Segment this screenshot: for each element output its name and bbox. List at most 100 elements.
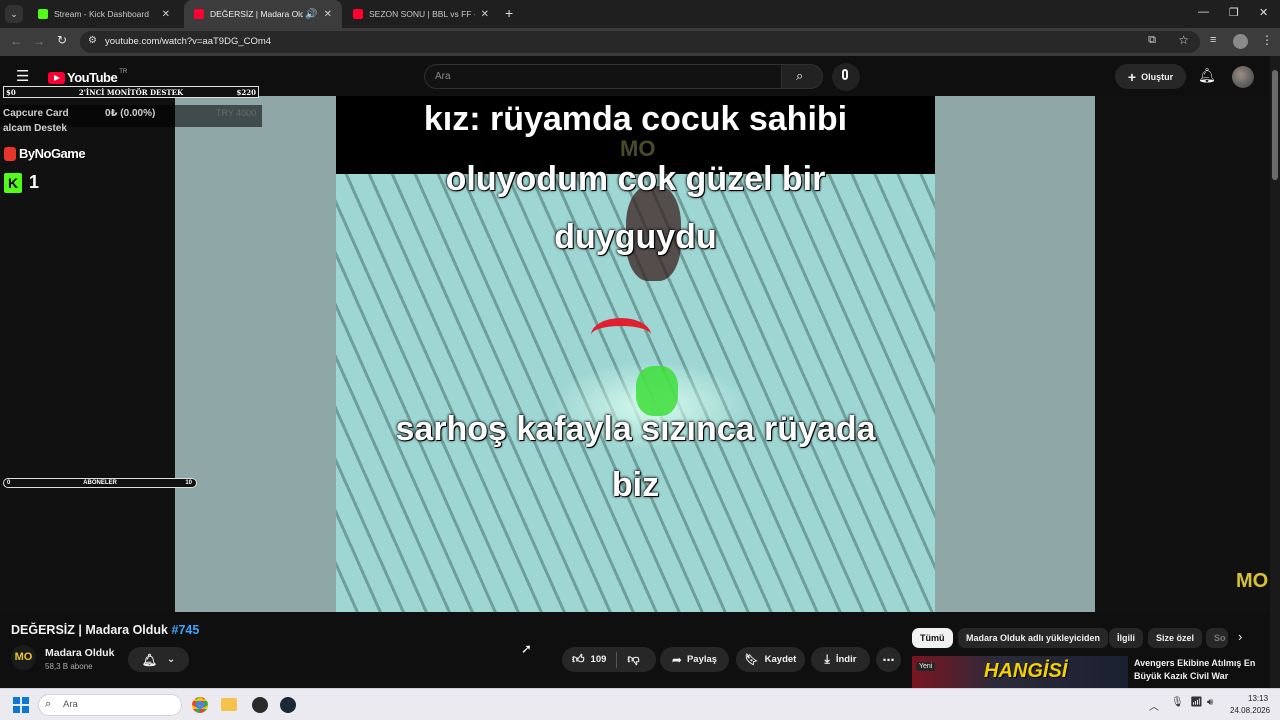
recommended-thumbnail[interactable]: Yeni HANGİSİ xyxy=(912,656,1128,688)
taskbar-search-label: Ara xyxy=(63,699,78,710)
windows-start-icon[interactable] xyxy=(13,697,29,713)
reload-icon[interactable]: ↻ xyxy=(57,33,67,47)
monitor-donation-bar: $0 2'İNCİ MONİTÖR DESTEK $220 xyxy=(3,86,259,98)
address-bar[interactable]: ⚙ youtube.com/watch?v=aaT9DG_COm4 ⧉ ☆ xyxy=(80,31,1200,53)
youtube-play-icon xyxy=(48,71,65,84)
bar-title: 2'İNCİ MONİTÖR DESTEK xyxy=(78,88,184,97)
like-button[interactable]: 👍︎ 109 xyxy=(562,652,606,667)
chips-next-chevron-icon[interactable]: › xyxy=(1238,629,1242,644)
save-label: Kaydet xyxy=(764,654,797,665)
minimize-icon[interactable]: — xyxy=(1198,6,1209,18)
search-icon: ⌕ xyxy=(796,68,804,83)
channel-watermark[interactable]: MO xyxy=(1236,570,1268,593)
voice-search-button[interactable] xyxy=(832,63,860,91)
browser-tab-sezon[interactable]: SEZON SONU | BBL vs FF - You ✕ xyxy=(343,0,499,28)
new-tab-button[interactable]: + xyxy=(505,5,513,21)
reading-list-icon[interactable]: ≡ xyxy=(1210,34,1216,46)
mouse-cursor-icon: ➚ xyxy=(521,641,532,656)
browser-tab-madara[interactable]: DEĞERSİZ | Madara Olduk # 🔊 ✕ xyxy=(184,0,342,28)
viewer-count: 1 xyxy=(29,172,40,192)
save-button[interactable]: 🔖︎ Kaydet xyxy=(736,647,805,672)
caption-line: kız: rüyamda cocuk sahibi xyxy=(423,100,848,138)
subscription-bell-button[interactable]: 🔔︎ ⌄ xyxy=(128,647,189,672)
chevron-down-icon: ⌄ xyxy=(10,8,18,19)
bar-right-value: $220 xyxy=(236,88,256,97)
browser-tab-kick[interactable]: Stream - Kick Dashboard ✕ xyxy=(28,0,180,28)
wifi-icon[interactable]: 📶︎ xyxy=(1190,697,1203,708)
chip-all[interactable]: Tümü xyxy=(912,628,953,648)
kick-viewer-count: K 1 xyxy=(4,172,39,193)
video-stage[interactable]: MO kız: rüyamda cocuk sahibi oluyodum co… xyxy=(175,96,1095,612)
kick-favicon-icon xyxy=(38,9,48,19)
bookmark-star-icon[interactable]: ☆ xyxy=(1178,33,1189,47)
caption-line: biz xyxy=(611,466,660,504)
chip-partial[interactable]: So xyxy=(1206,628,1228,648)
taskbar-search[interactable]: ⌕ Ara xyxy=(38,694,182,716)
search-input[interactable]: Ara xyxy=(435,71,451,82)
chip-from-uploader[interactable]: Madara Olduk adlı yükleyiciden xyxy=(958,628,1109,648)
microphone-tray-icon[interactable]: 🎙︎ xyxy=(1171,697,1184,708)
steam-icon[interactable] xyxy=(280,697,296,713)
character-red-shape xyxy=(591,318,651,352)
thumbnail-text: HANGİSİ xyxy=(984,660,1068,682)
close-icon[interactable]: ✕ xyxy=(162,9,170,20)
chevron-down-icon: ⌄ xyxy=(166,654,176,665)
subscriber-goal-bar: 0 ABONELER 10 xyxy=(3,478,197,488)
back-icon[interactable]: ← xyxy=(10,34,22,48)
close-icon[interactable]: ✕ xyxy=(481,9,489,20)
video-player[interactable]: MO kız: rüyamda cocuk sahibi oluyodum co… xyxy=(0,96,1270,612)
browser-toolbar: ← → ↻ ⚙ youtube.com/watch?v=aaT9DG_COm4 … xyxy=(0,28,1280,56)
notifications-bell-icon[interactable]: 🔔︎ xyxy=(1198,67,1216,84)
watch-metadata: DEĞERSİZ | Madara Olduk #745 MO Madara O… xyxy=(0,612,1270,688)
more-horizontal-icon: ⋯ xyxy=(882,652,895,667)
download-button[interactable]: ⤓ İndir xyxy=(811,647,870,672)
app-icon[interactable] xyxy=(252,697,268,713)
create-button[interactable]: + Oluştur xyxy=(1115,64,1186,89)
download-icon: ⤓ xyxy=(824,652,830,666)
chip-related[interactable]: İlgili xyxy=(1109,628,1143,648)
profile-avatar-icon[interactable] xyxy=(1233,34,1248,49)
restore-icon[interactable]: ❐ xyxy=(1229,6,1239,19)
thumbs-down-icon[interactable]: 👎︎ xyxy=(627,652,639,667)
channel-avatar[interactable]: MO xyxy=(11,645,36,670)
search-box[interactable]: Ara xyxy=(424,64,782,89)
url-text: youtube.com/watch?v=aaT9DG_COm4 xyxy=(105,36,272,47)
volume-icon[interactable]: 🔊︎ xyxy=(1207,697,1213,708)
bynogame-logo: ByNoGame xyxy=(4,146,86,161)
site-info-icon[interactable]: ⚙ xyxy=(88,35,97,46)
share-icon: ➦ xyxy=(671,652,682,667)
microphone-icon xyxy=(842,69,848,80)
page-scrollbar[interactable] xyxy=(1270,56,1280,688)
video-frame[interactable]: MO kız: rüyamda cocuk sahibi oluyodum co… xyxy=(336,96,935,612)
chip-for-you[interactable]: Size özel xyxy=(1148,628,1203,648)
window-close-icon[interactable]: ✕ xyxy=(1259,6,1268,19)
character-green-shape xyxy=(636,366,678,416)
hamburger-menu-icon[interactable]: ☰ xyxy=(16,67,29,85)
share-button[interactable]: ➦ Paylaş xyxy=(660,647,729,672)
tray-chevron-up-icon[interactable]: ︿ xyxy=(1149,698,1159,713)
forward-icon[interactable]: → xyxy=(33,34,45,48)
scrollbar-thumb[interactable] xyxy=(1272,70,1278,180)
account-avatar[interactable] xyxy=(1232,66,1254,88)
video-logo-watermark: MO xyxy=(620,136,656,161)
clock-time[interactable]: 13:13 xyxy=(1248,694,1268,703)
youtube-logo[interactable]: YouTube TR xyxy=(48,69,127,85)
more-actions-button[interactable]: ⋯ xyxy=(876,647,901,672)
video-hashtag[interactable]: #745 xyxy=(172,623,200,637)
search-button[interactable]: ⌕ xyxy=(781,64,823,89)
tab-search-button[interactable]: ⌄ xyxy=(5,5,23,23)
recommended-title-line2[interactable]: Büyük Kazık Civil War xyxy=(1134,671,1228,681)
subscriber-count: 58,3 B abone xyxy=(45,662,93,671)
recommended-title[interactable]: Avengers Ekibine Atılmış En xyxy=(1134,658,1255,668)
file-explorer-icon[interactable] xyxy=(221,698,237,711)
channel-name[interactable]: Madara Olduk xyxy=(45,647,114,659)
goal-label: Capcure Card xyxy=(3,108,69,119)
close-icon[interactable]: ✕ xyxy=(324,9,332,20)
browser-menu-icon[interactable]: ⋮ xyxy=(1261,33,1273,47)
chrome-icon[interactable] xyxy=(192,697,208,713)
clock-date[interactable]: 24.08.2026 xyxy=(1230,706,1270,715)
install-app-icon[interactable]: ⧉ xyxy=(1148,34,1156,47)
speaker-icon[interactable]: 🔊 xyxy=(305,9,317,20)
tab-title: Stream - Kick Dashboard xyxy=(54,9,149,19)
tab-title: SEZON SONU | BBL vs FF - You xyxy=(369,9,475,19)
